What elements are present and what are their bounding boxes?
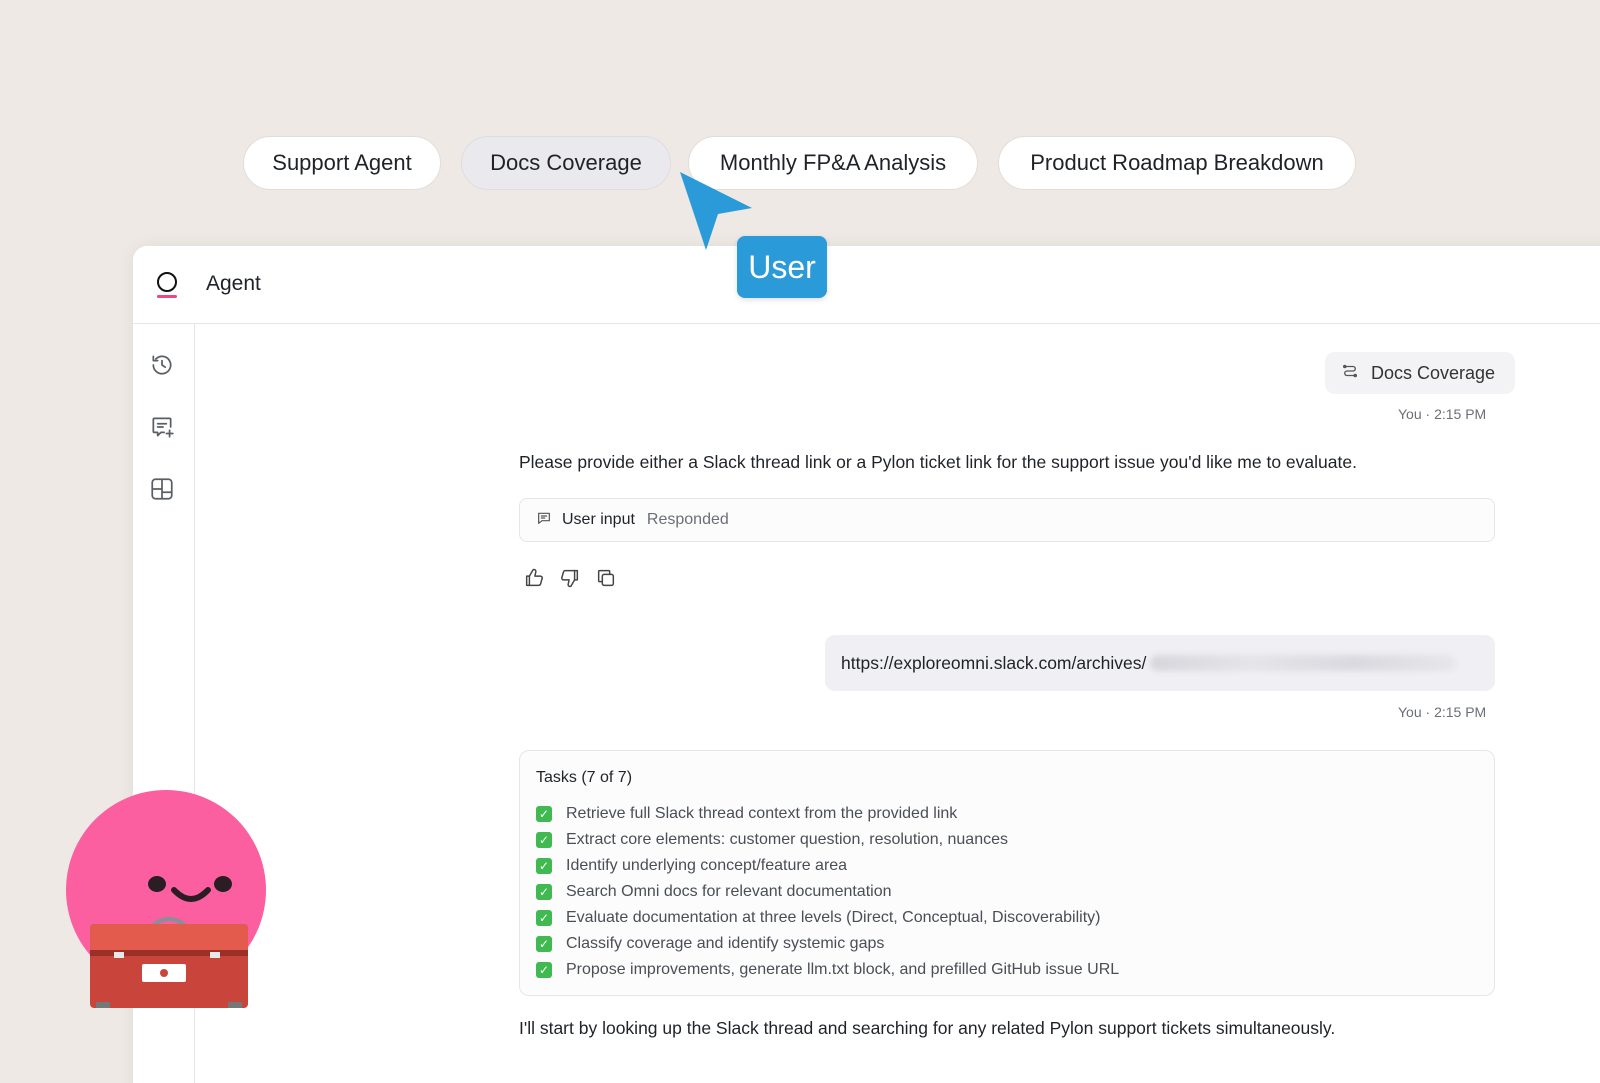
copy-icon[interactable] <box>595 567 617 589</box>
thumbs-up-icon[interactable] <box>523 567 545 589</box>
tasks-card: Tasks (7 of 7) ✓ Retrieve full Slack thre… <box>519 750 1495 996</box>
tab-docs-coverage[interactable]: Docs Coverage <box>461 136 671 190</box>
omni-logo-icon <box>155 272 179 300</box>
message-meta: You · 2:15 PM <box>1398 704 1487 720</box>
user-input-card[interactable]: User input Responded <box>519 498 1495 542</box>
mascot-eye <box>148 876 166 892</box>
user-input-label: User input <box>562 511 635 528</box>
check-icon: ✓ <box>536 936 552 952</box>
task-item: ✓ Search Omni docs for relevant documenta… <box>536 879 1478 905</box>
user-link-text[interactable]: https://exploreomni.slack.com/archives/ <box>841 653 1146 674</box>
check-icon: ✓ <box>536 884 552 900</box>
mascot-illustration <box>62 790 272 1020</box>
check-icon: ✓ <box>536 858 552 874</box>
workflow-icon <box>1341 362 1359 385</box>
cursor-user-tag: User <box>737 236 827 298</box>
workflow-chip[interactable]: Docs Coverage <box>1325 352 1515 394</box>
new-chat-icon[interactable] <box>149 414 175 440</box>
toolbox-icon <box>90 917 248 1008</box>
agent-window: Agent Docs Coverage You · 2:15 PM Please… <box>133 246 1600 1083</box>
thumbs-down-icon[interactable] <box>559 567 581 589</box>
agent-message: I'll start by looking up the Slack threa… <box>519 1018 1336 1038</box>
tasks-title: Tasks (7 of 7) <box>536 769 633 786</box>
chat-area: Docs Coverage You · 2:15 PM Please provi… <box>195 324 1600 1083</box>
task-item: ✓ Extract core elements: customer questio… <box>536 827 1478 853</box>
task-item: ✓ Identify underlying concept/feature are… <box>536 853 1478 879</box>
mascot-eye <box>214 876 232 892</box>
redacted-text <box>1150 655 1457 671</box>
message-actions <box>523 567 617 589</box>
user-input-icon <box>536 510 552 531</box>
window-header: Agent <box>133 246 1600 324</box>
tab-support-agent[interactable]: Support Agent <box>243 136 441 190</box>
check-icon: ✓ <box>536 806 552 822</box>
mascot-smile <box>171 887 211 902</box>
user-message-bubble: https://exploreomni.slack.com/archives/ <box>825 635 1495 691</box>
user-input-status: Responded <box>646 511 729 528</box>
task-item: ✓ Evaluate documentation at three levels … <box>536 905 1478 931</box>
task-item: ✓ Retrieve full Slack thread context from… <box>536 801 1478 827</box>
message-meta: You · 2:15 PM <box>1398 406 1487 422</box>
workflow-tabs: Support Agent Docs Coverage Monthly FP&A… <box>0 136 1600 190</box>
tab-product-roadmap-breakdown[interactable]: Product Roadmap Breakdown <box>998 136 1356 190</box>
history-icon[interactable] <box>149 352 175 378</box>
task-item: ✓ Propose improvements, generate llm.txt … <box>536 957 1478 983</box>
agent-message: Please provide either a Slack thread lin… <box>519 452 1357 472</box>
workflow-chip-label: Docs Coverage <box>1371 362 1496 383</box>
layout-icon[interactable] <box>149 476 175 502</box>
check-icon: ✓ <box>536 962 552 978</box>
task-item: ✓ Classify coverage and identify systemic… <box>536 931 1478 957</box>
page-title: Agent <box>206 272 261 295</box>
check-icon: ✓ <box>536 832 552 848</box>
check-icon: ✓ <box>536 910 552 926</box>
